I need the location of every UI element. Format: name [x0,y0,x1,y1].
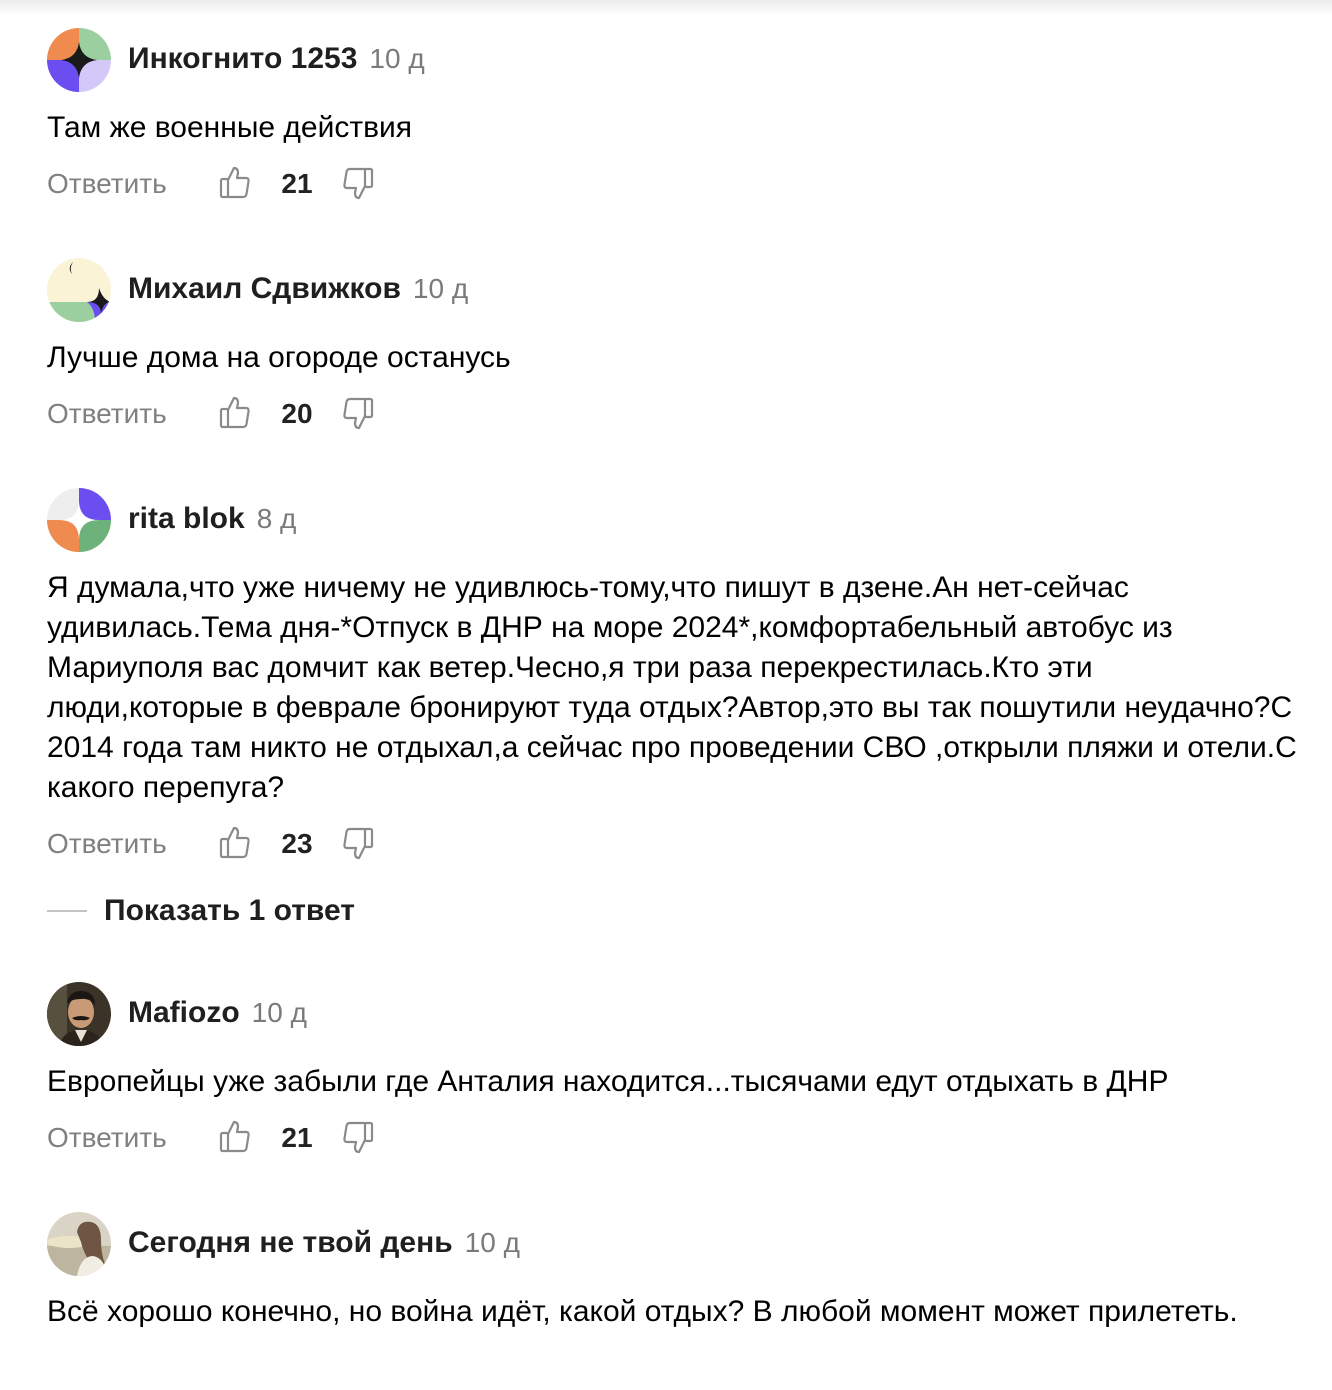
comment-age: 10 д [412,273,469,304]
thumbs-up-icon[interactable] [219,824,251,860]
thumbs-up-icon[interactable] [219,394,251,430]
user-avatar[interactable] [47,258,111,322]
reply-button[interactable]: Ответить [47,168,167,200]
comment-text: Всё хорошо конечно, но война идёт, какой… [47,1295,1238,1328]
comment-age: 10 д [464,1227,520,1258]
comment-actions: Ответить 21 [47,164,1307,204]
comment-header: Инкогнито 1253 10 д [47,28,1307,94]
user-avatar[interactable] [47,28,111,92]
top-shadow [0,0,1332,16]
like-count: 23 [281,828,313,859]
comment-actions: Ответить 21 [47,1118,1307,1158]
author-name[interactable]: Инкогнито 1253 10 д [128,42,425,76]
reply-button[interactable]: Ответить [47,398,167,430]
show-replies-label[interactable]: Показать 1 ответ [104,894,355,928]
comment-actions: Ответить 20 [47,394,1307,434]
reply-button[interactable]: Ответить [47,828,167,860]
comment-age: 8 д [256,503,297,534]
thumbs-down-icon[interactable] [342,166,374,202]
like-count: 21 [281,168,313,199]
like-count: 20 [281,398,313,429]
author-name[interactable]: Mafiozo 10 д [128,996,307,1030]
thumbs-down-icon[interactable] [342,396,374,432]
thumbs-up-icon[interactable] [219,164,251,200]
thumbs-down-icon[interactable] [342,1120,374,1156]
comment-header: rita blok 8 д [47,488,1307,554]
comment: Сегодня не твой день 10 д Всё хорошо коне… [47,1212,1307,1332]
comment-age: 10 д [369,43,425,74]
comment-text: Там же военные действия [47,111,413,144]
user-avatar[interactable] [47,488,111,552]
author-name[interactable]: Михаил Сдвижков 10 д [128,272,468,306]
author-name[interactable]: rita blok 8 д [128,502,296,536]
thumbs-down-icon[interactable] [342,826,374,862]
comment-header: Mafiozo 10 д [47,982,1307,1048]
comment: Михаил Сдвижков 10 д Лучше дома на огород… [47,258,1307,434]
comment-age: 10 д [251,997,307,1028]
user-avatar[interactable] [47,982,111,1046]
comment: Инкогнито 1253 10 д Там же военные действ… [47,28,1307,204]
reply-button[interactable]: Ответить [47,1122,167,1154]
replies-divider-line [47,910,87,912]
like-count: 21 [281,1122,313,1153]
comment-header: Сегодня не твой день 10 д [47,1212,1307,1278]
comment: rita blok 8 д Я думала,что уже ничему не … [47,488,1307,864]
thumbs-up-icon[interactable] [219,1118,251,1154]
comment: Mafiozo 10 д Европейцы уже забыли где Ант… [47,982,1307,1158]
comment-actions: Ответить 23 [47,824,1307,864]
comment-text: Я думала,что уже ничему не удивлюсь-тому… [47,571,1297,804]
comment-text: Лучше дома на огороде останусь [47,341,511,374]
user-avatar[interactable] [47,1212,111,1276]
comment-text: Европейцы уже забыли где Анталия находит… [47,1065,1169,1098]
author-name[interactable]: Сегодня не твой день 10 д [128,1226,520,1260]
comment-header: Михаил Сдвижков 10 д [47,258,1307,324]
